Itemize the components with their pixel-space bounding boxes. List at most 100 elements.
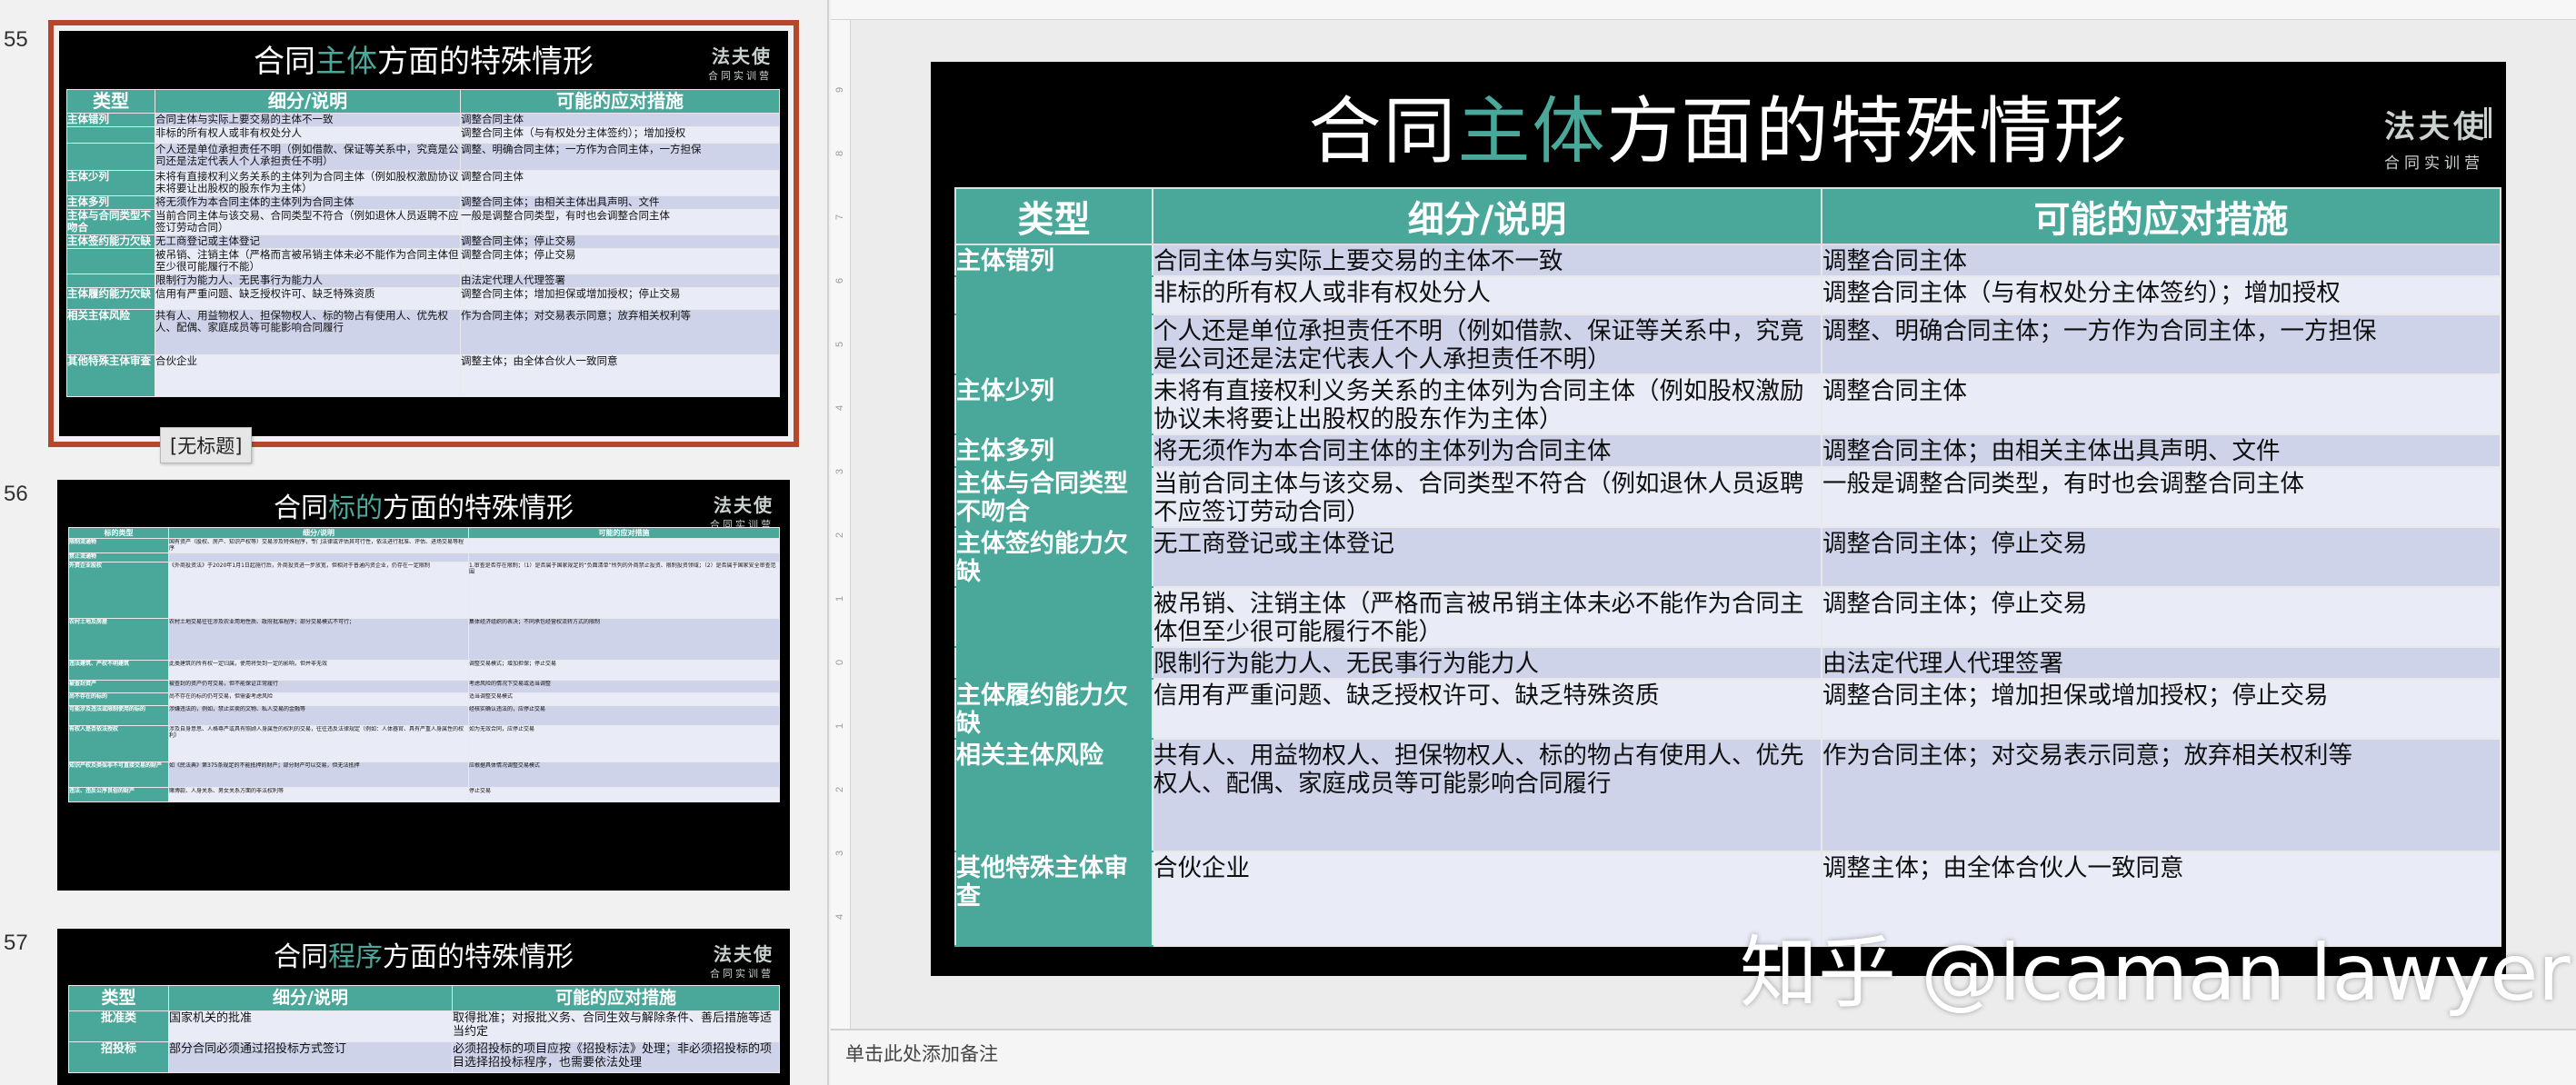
header-measures: 可能的应对措施 <box>1821 187 2501 245</box>
row-type: 招投标 <box>68 1041 169 1073</box>
thumbnail-table: 类型 细分/说明 可能的应对措施 批准类 国家机关的批准 取得批准；对报批义务、合同… <box>68 985 780 1073</box>
slide-number-57: 57 <box>4 931 28 955</box>
row-desc: 国有资产（股权、房产、知识产权等）交易涉及特殊程序，专门法律或评估其可行性，依法… <box>168 538 469 553</box>
row-type: 尚不存在的标的 <box>68 692 169 706</box>
row-type: 被查封资产 <box>68 680 169 693</box>
notes-pane[interactable]: 单击此处添加备注 <box>831 1029 2576 1085</box>
row-measure: 调整、明确合同主体；一方作为合同主体，一方担保 <box>1821 314 2501 375</box>
thumbnail-table: 类型 细分/说明 可能的应对措施 主体错列 合同主体与实际上要交易的主体不一致 调整… <box>66 89 780 397</box>
table-header: 细分/说明 <box>155 89 461 114</box>
row-desc: 被吊销、注销主体（严格而言被吊销主体未必不能作为合同主体但至少很可能履行不能） <box>1152 586 1822 648</box>
row-desc: 限制行为能力人、无民事行为能力人 <box>155 274 461 288</box>
row-measure: 调整合同主体（与有权处分主体签约）；增加授权 <box>1821 275 2501 315</box>
row-measure: 调整合同主体；停止交易 <box>1821 526 2501 588</box>
row-desc: 未将有直接权利义务关系的主体列为合同主体（例如股权激励协议未将要让出股权的股东作… <box>155 170 461 196</box>
horizontal-ruler <box>831 0 2576 20</box>
row-type: 主体与合同类型不吻合 <box>954 466 1153 528</box>
row-type: 知识产权及类似非不可直接交易的财产 <box>68 761 169 788</box>
row-measure: 调整合同主体；停止交易 <box>460 248 780 274</box>
row-measure: 调整、明确合同主体；一方作为合同主体，一方担保 <box>460 143 780 171</box>
row-measure: 调整合同主体；停止交易 <box>460 234 780 249</box>
row-type <box>66 248 155 274</box>
row-desc: 合伙企业 <box>1152 851 1822 947</box>
row-type: 违法建筑、产权不明建筑 <box>68 660 169 681</box>
row-type: 其他特殊主体审查 <box>954 851 1153 947</box>
row-measure: 调整合同主体 <box>1821 373 2501 435</box>
row-desc: 国家机关的批准 <box>168 1010 453 1042</box>
main-slide[interactable]: 合同主体方面的特殊情形 法夫使 合同实训营 类型 细分/说明 可能的应对措施 主… <box>931 62 2506 976</box>
row-desc: 尚不存在的标的仍可交易，但需要考虑风险 <box>168 692 469 706</box>
row-type <box>954 314 1153 375</box>
row-desc: 此类建筑的所有权一定归属，使用将受到一定的影响，但并非无效 <box>168 660 469 681</box>
row-type: 主体签约能力欠缺 <box>66 234 155 249</box>
row-type <box>954 586 1153 648</box>
row-measure: 调整合同主体（与有权处分主体签约）；增加授权 <box>460 126 780 144</box>
row-type <box>954 275 1153 315</box>
row-desc: 共有人、用益物权人、担保物权人、标的物占有使用人、优先权人、配偶、家庭成员等可能… <box>155 309 461 355</box>
row-type: 批准类 <box>68 1010 169 1042</box>
row-type: 主体多列 <box>66 195 155 210</box>
slide-thumbnail-57[interactable]: 合同程序方面的特殊情形 法夫使 合同实训营 类型 细分/说明 可能的应对措施 批… <box>57 929 790 1085</box>
untitled-tooltip: [无标题] <box>160 427 253 463</box>
row-measure: 1.审查是否存在限制；（1）是否属于国家规定的“负面清单”所列的外商禁止投资、限… <box>468 562 780 619</box>
presentation-app: 55 合同主体方面的特殊情形 法夫使 合同实训营 类型 细分/说明 可能的应对措… <box>0 0 2576 1085</box>
table-header: 可能的应对措施 <box>468 527 780 539</box>
row-measure: 停止交易 <box>468 787 780 802</box>
row-desc: 赌博款、人身关系、男女关系方面的非法权利等 <box>168 787 469 802</box>
row-desc: 农村土地交易往往涉及农业用地性质、政府批准程序；部分交易模式不可行； <box>168 618 469 661</box>
row-type: 可能涉及违法或限制使用的标的 <box>68 705 169 726</box>
row-desc <box>168 552 469 562</box>
row-measure <box>468 552 780 562</box>
table-header: 可能的应对措施 <box>452 985 780 1011</box>
special-situations-table[interactable]: 类型 细分/说明 可能的应对措施 主体错列 合同主体与实际上要交易的主体不一致 调整… <box>954 187 2501 947</box>
row-desc: 当前合同主体与该交易、合同类型不符合（例如退休人员返聘不应签订劳动合同） <box>1152 466 1822 528</box>
slide-number-55: 55 <box>4 27 28 52</box>
row-desc: 非标的所有权人或非有权处分人 <box>155 126 461 144</box>
row-measure: 一般是调整合同类型，有时也会调整合同主体 <box>460 209 780 235</box>
row-measure: 如为无效合同，应停止交易 <box>468 725 780 762</box>
header-description: 细分/说明 <box>1152 187 1822 245</box>
row-type: 禁止流通物 <box>68 552 169 562</box>
slide-thumbnail-56[interactable]: 合同标的方面的特殊情形 法夫使 合同实训营 标的类型 细分/说明 可能的应对措施… <box>57 480 790 891</box>
row-type: 外资企业股权 <box>68 562 169 619</box>
row-desc: 信用有严重问题、缺乏授权许可、缺乏特殊资质 <box>155 287 461 310</box>
row-type: 主体错列 <box>66 113 155 127</box>
row-desc: 非标的所有权人或非有权处分人 <box>1152 275 1822 315</box>
vertical-ruler: 9 8 7 6 5 4 3 2 1 0 1 2 3 4 <box>831 20 851 1029</box>
slide-thumbnail-pane[interactable]: 55 合同主体方面的特殊情形 法夫使 合同实训营 类型 细分/说明 可能的应对措… <box>0 0 829 1085</box>
row-desc: 未将有直接权利义务关系的主体列为合同主体（例如股权激励协议未将要让出股权的股东作… <box>1152 373 1822 435</box>
row-desc: 信用有严重问题、缺乏授权许可、缺乏特殊资质 <box>1152 678 1822 740</box>
mini-slide-56: 合同标的方面的特殊情形 法夫使 合同实训营 标的类型 细分/说明 可能的应对措施… <box>57 480 790 891</box>
slide-title[interactable]: 合同主体方面的特殊情形 <box>931 73 2506 178</box>
notes-placeholder[interactable]: 单击此处添加备注 <box>845 1040 998 1067</box>
table-header: 类型 <box>68 985 169 1011</box>
mini-slide-55: 合同主体方面的特殊情形 法夫使 合同实训营 类型 细分/说明 可能的应对措施 主… <box>59 31 788 436</box>
slide-thumbnail-55[interactable]: 合同主体方面的特殊情形 法夫使 合同实训营 类型 细分/说明 可能的应对措施 主… <box>48 20 799 447</box>
row-type: 违法、违反公序良俗的财产 <box>68 787 169 802</box>
table-header: 标的类型 <box>68 527 169 539</box>
watermark: 知乎 @lcaman lawyer <box>1740 928 2571 1019</box>
row-measure: 调整合同主体 <box>460 170 780 196</box>
header-type: 类型 <box>954 187 1153 245</box>
row-desc: 如《民法典》第375条规定的不能抵押的财产；部分财产可以交易，但无法抵押 <box>168 761 469 788</box>
row-type <box>66 126 155 144</box>
row-measure: 调整合同主体 <box>460 113 780 127</box>
row-type: 有权人是否依法授权 <box>68 725 169 762</box>
row-measure: 由法定代理人代理签署 <box>460 274 780 288</box>
row-type: 主体签约能力欠缺 <box>954 526 1153 588</box>
row-measure: 适当调整交易模式 <box>468 692 780 706</box>
row-desc: 当前合同主体与该交易、合同类型不符合（例如退休人员返聘不应签订劳动合同） <box>155 209 461 235</box>
row-type: 主体多列 <box>954 433 1153 468</box>
row-measure <box>468 538 780 553</box>
row-measure: 一般是调整合同类型，有时也会调整合同主体 <box>1821 466 2501 528</box>
row-desc: 被查封的资产仍可交易，但不能保证正常履行 <box>168 680 469 693</box>
row-desc: 部分合同必须通过招投标方式签订 <box>168 1041 453 1073</box>
row-type: 相关主体风险 <box>954 738 1153 852</box>
row-measure: 调整合同主体；停止交易 <box>1821 586 2501 648</box>
row-desc: 涉及自身意思、人格尊严或具有照顾人身属性的权利的交易，往往违反法律规定（例如：人… <box>168 725 469 762</box>
row-desc: 个人还是单位承担责任不明（例如借款、保证等关系中，究竟是公司还是法定代表人个人承… <box>1152 314 1822 375</box>
brand-logo: 法夫使 合同实训营 <box>710 494 774 531</box>
row-type: 主体履约能力欠缺 <box>66 287 155 310</box>
row-desc: 限制行为能力人、无民事行为能力人 <box>1152 646 1822 680</box>
row-measure: 作为合同主体；对交易表示同意；放弃相关权利等 <box>1821 738 2501 852</box>
